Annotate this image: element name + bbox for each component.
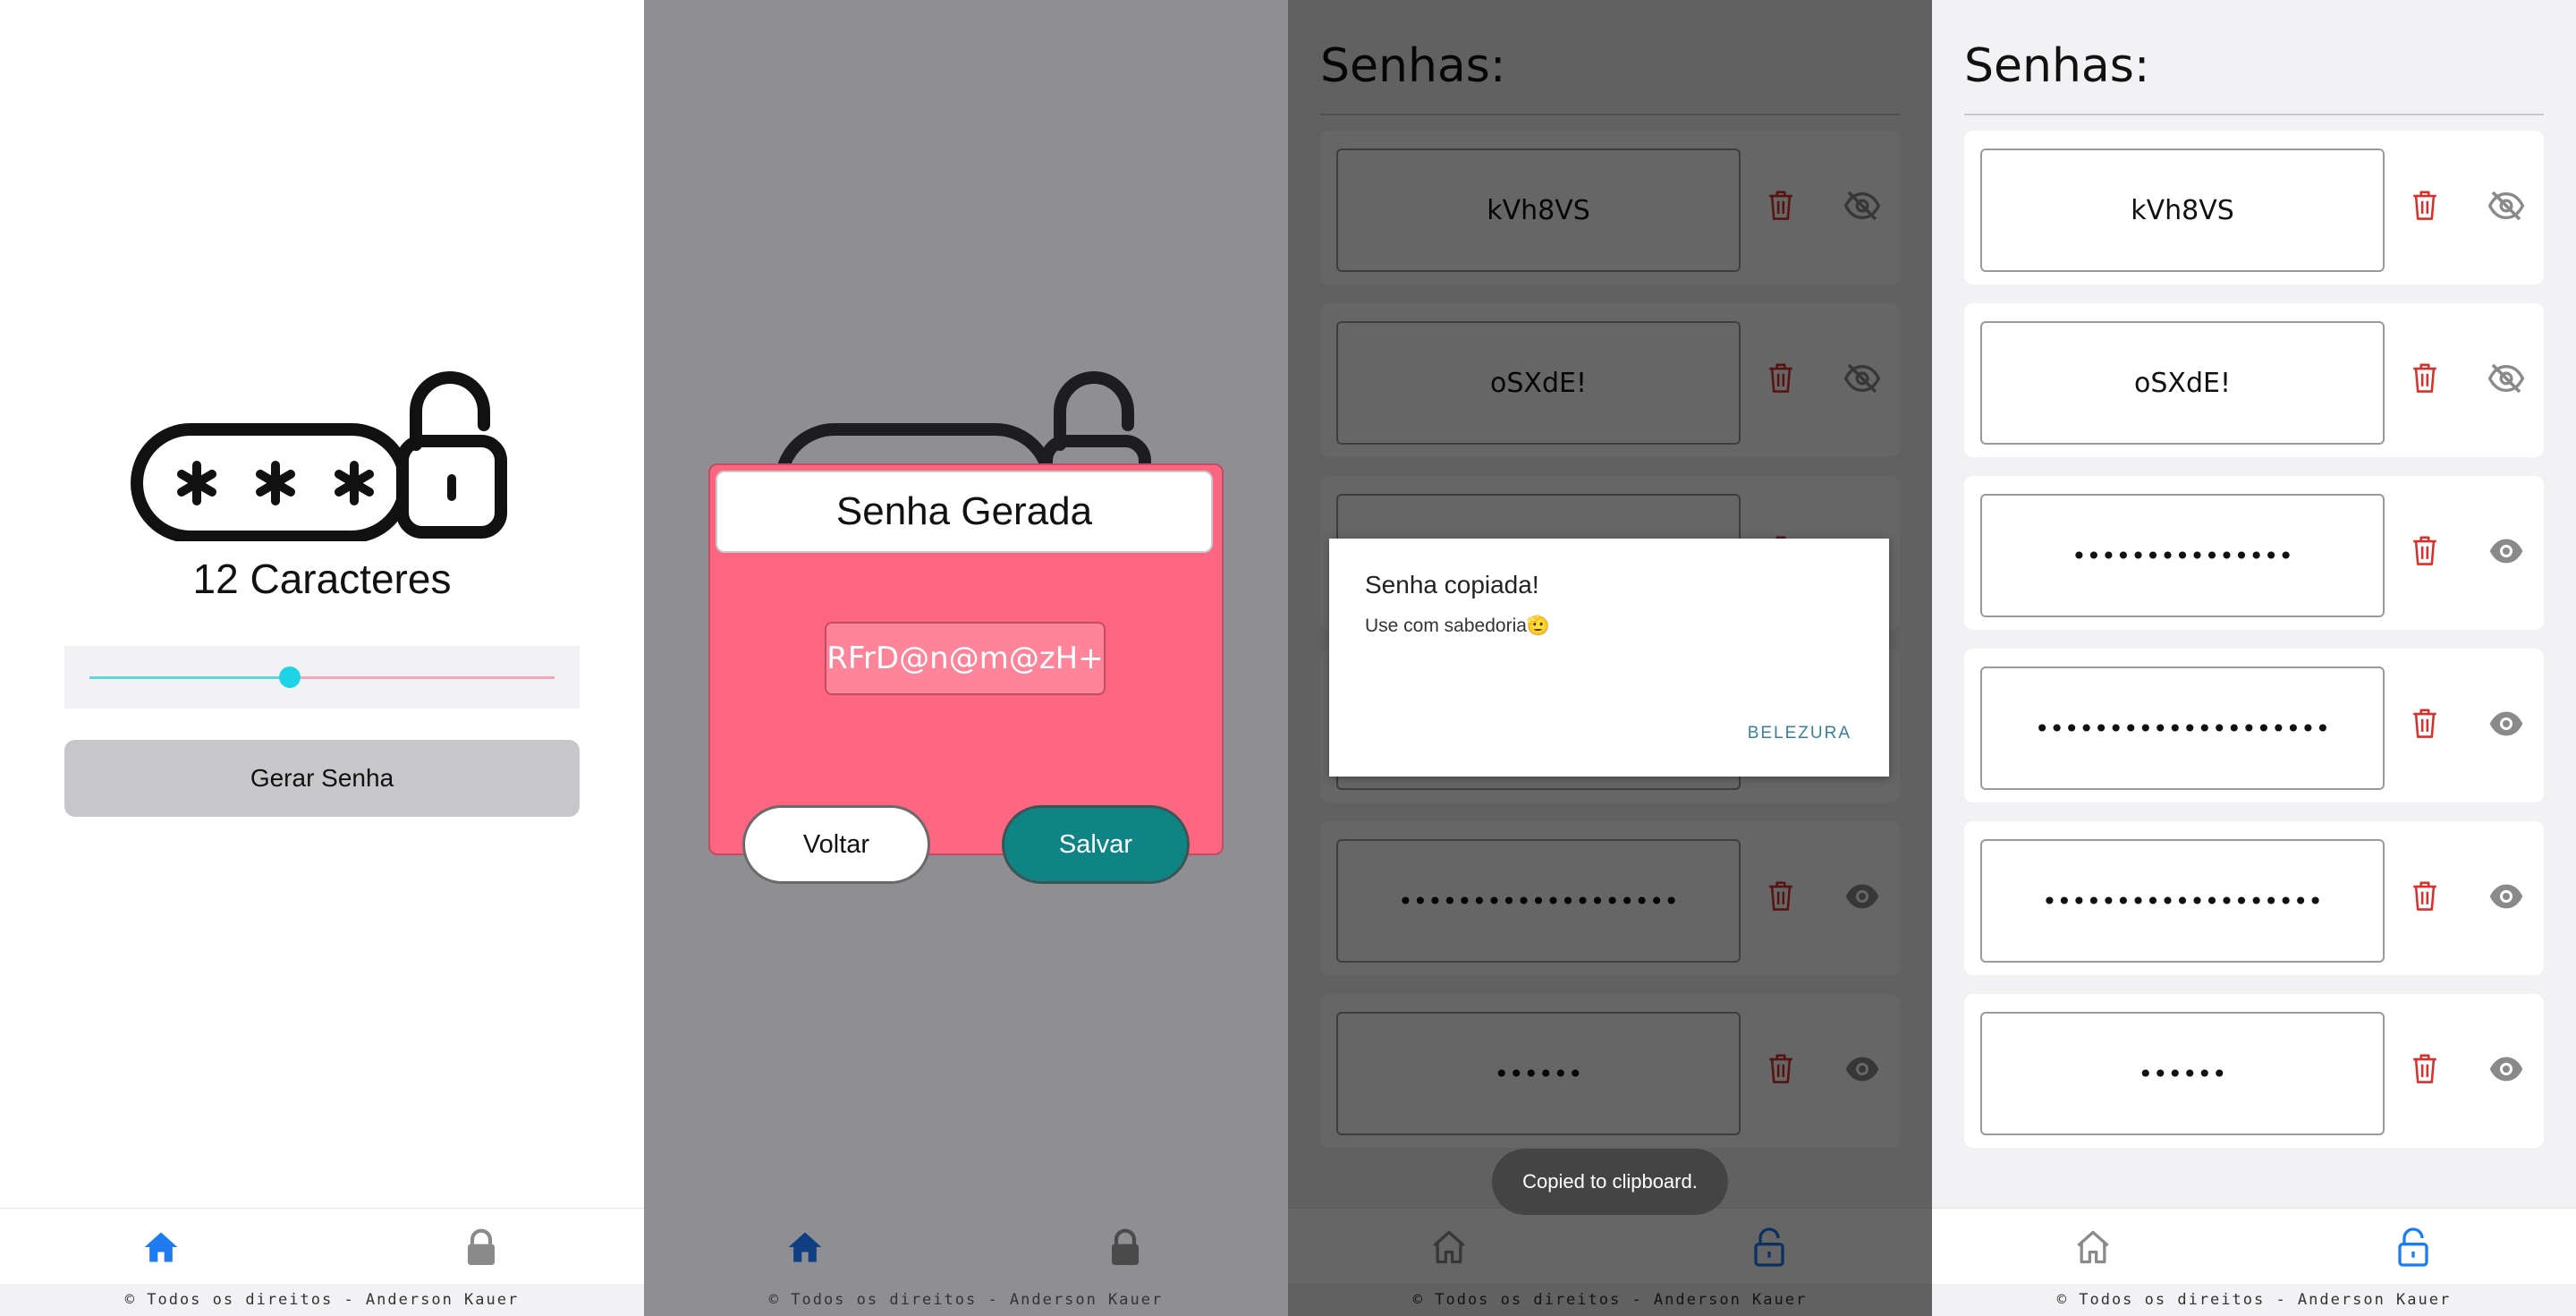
modal-title: Senha Gerada bbox=[716, 471, 1213, 553]
character-count-label: 12 Caracteres bbox=[192, 556, 452, 602]
save-button[interactable]: Salvar bbox=[1002, 805, 1190, 884]
generated-password-field[interactable]: RFrD@n@m@zH+ bbox=[825, 622, 1106, 695]
copyright-footer: © Todos os direitos - Anderson Kauer bbox=[1932, 1284, 2576, 1316]
generated-password-modal: Senha Gerada RFrD@n@m@zH+ bbox=[708, 463, 1224, 855]
copyright-footer: © Todos os direitos - Anderson Kauer bbox=[644, 1284, 1288, 1316]
password-field[interactable]: oSXdE! bbox=[1980, 321, 2385, 445]
eye-icon[interactable] bbox=[2487, 706, 2529, 745]
generated-password-screen: Senha Gerada RFrD@n@m@zH+ Voltar Salvar … bbox=[644, 0, 1288, 1316]
eye-icon[interactable] bbox=[2487, 1051, 2529, 1091]
password-card: kVh8VS bbox=[1964, 131, 2544, 284]
tab-bar bbox=[0, 1208, 644, 1285]
password-card: •••••••••••••••••••• bbox=[1964, 649, 2544, 802]
password-field[interactable]: ••••••••••••••• bbox=[1980, 494, 2385, 617]
passwords-copied-screen: Senhas: kVh8VSoSXdE!••••••••••••••••••••… bbox=[1288, 0, 1932, 1316]
eye-off-icon[interactable] bbox=[2487, 361, 2529, 400]
trash-icon[interactable] bbox=[2410, 705, 2449, 746]
home-icon bbox=[2077, 1230, 2109, 1264]
eye-icon[interactable] bbox=[2487, 879, 2529, 918]
password-field[interactable]: kVh8VS bbox=[1980, 149, 2385, 272]
page-title: Senhas: bbox=[1964, 39, 2150, 93]
password-card: ••••••••••••••• bbox=[1964, 476, 2544, 630]
length-slider[interactable] bbox=[64, 646, 580, 709]
lock-icon bbox=[468, 1228, 495, 1265]
trash-icon[interactable] bbox=[2410, 1050, 2449, 1091]
lock-icon bbox=[1112, 1228, 1139, 1265]
back-button[interactable]: Voltar bbox=[742, 805, 930, 884]
tab-bar bbox=[644, 1208, 1288, 1285]
dialog-message: Use com sabedoria🫡 bbox=[1365, 616, 1551, 636]
eye-icon[interactable] bbox=[2487, 533, 2529, 573]
dialog-ok-button[interactable]: BELEZURA bbox=[1742, 723, 1857, 744]
tab-passwords[interactable] bbox=[1103, 1225, 1148, 1269]
copyright-footer: © Todos os direitos - Anderson Kauer bbox=[0, 1284, 644, 1316]
tab-home[interactable] bbox=[139, 1225, 183, 1269]
copied-dialog: Senha copiada! Use com sabedoria🫡 BELEZU… bbox=[1329, 539, 1889, 777]
trash-icon[interactable] bbox=[2410, 878, 2449, 919]
password-field[interactable]: •••••••••••••••••••• bbox=[1980, 666, 2385, 790]
slider-track-empty bbox=[289, 676, 555, 679]
home-icon bbox=[144, 1232, 178, 1262]
password-field[interactable]: ••••••••••••••••••• bbox=[1980, 839, 2385, 963]
trash-icon[interactable] bbox=[2410, 187, 2449, 228]
generate-password-button[interactable]: Gerar Senha bbox=[64, 740, 580, 817]
password-lock-logo bbox=[131, 371, 507, 541]
eye-off-icon[interactable] bbox=[2487, 188, 2529, 227]
slider-track-filled bbox=[89, 676, 290, 679]
trash-icon[interactable] bbox=[2410, 360, 2449, 401]
divider bbox=[1964, 114, 2544, 115]
password-card: oSXdE! bbox=[1964, 303, 2544, 457]
tab-home[interactable] bbox=[783, 1225, 827, 1269]
tab-passwords[interactable] bbox=[459, 1225, 504, 1269]
dialog-title: Senha copiada! bbox=[1365, 571, 1539, 599]
password-card: •••••• bbox=[1964, 994, 2544, 1148]
password-field[interactable]: •••••• bbox=[1980, 1012, 2385, 1135]
slider-thumb[interactable] bbox=[278, 666, 301, 688]
lock-open-icon bbox=[2398, 1227, 2428, 1267]
tab-home[interactable] bbox=[2071, 1225, 2115, 1269]
tab-passwords[interactable] bbox=[2391, 1225, 2436, 1269]
password-card: ••••••••••••••••••• bbox=[1964, 821, 2544, 975]
tab-bar bbox=[1932, 1208, 2576, 1285]
clipboard-toast: Copied to clipboard. bbox=[1492, 1149, 1728, 1215]
trash-icon[interactable] bbox=[2410, 532, 2449, 573]
home-icon bbox=[788, 1232, 822, 1262]
generator-screen: 12 Caracteres Gerar Senha © Todos os dir… bbox=[0, 0, 644, 1316]
passwords-screen: Senhas: kVh8VS oSXdE! ••••••••••••••• •••••… bbox=[1932, 0, 2576, 1316]
